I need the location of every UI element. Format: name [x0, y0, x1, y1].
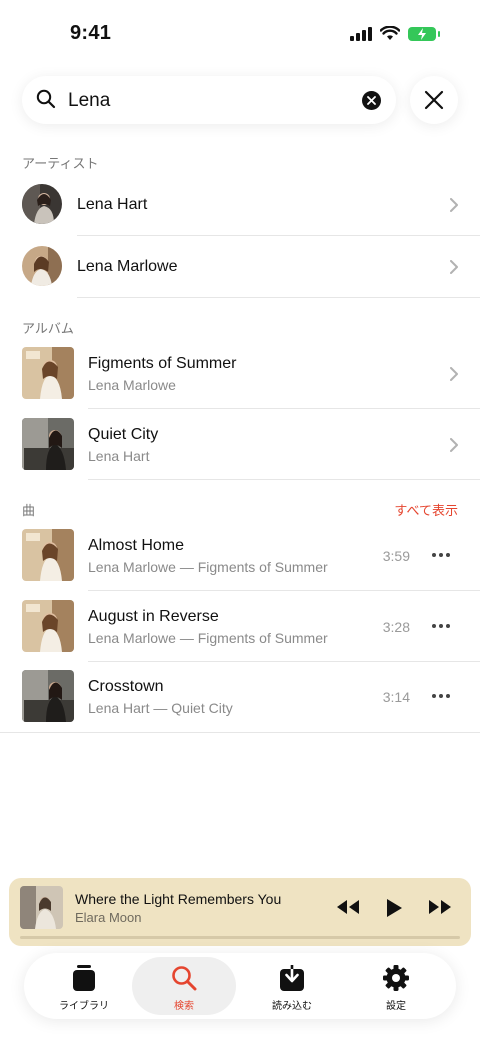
- row-divider: [0, 732, 480, 733]
- see-all-songs-link[interactable]: すべて表示: [394, 500, 458, 519]
- search-icon: [36, 89, 56, 109]
- song-artwork: [22, 529, 74, 581]
- section-title-albums: アルバム: [22, 321, 74, 336]
- status-icons: [350, 26, 440, 41]
- tab-import[interactable]: 読み込む: [240, 957, 344, 1015]
- search-field[interactable]: [22, 76, 396, 124]
- album-row[interactable]: Figments of Summer Lena Marlowe: [0, 338, 480, 409]
- battery-icon: [408, 26, 440, 41]
- album-artwork: [22, 347, 74, 399]
- tab-library[interactable]: ライブラリ: [32, 957, 136, 1015]
- clear-search-button[interactable]: [362, 91, 381, 110]
- fast-forward-button[interactable]: [427, 898, 453, 916]
- signal-icon: [350, 26, 372, 41]
- tab-search[interactable]: 検索: [132, 957, 236, 1015]
- artist-avatar: [22, 246, 62, 286]
- artist-name: Lena Hart: [77, 196, 148, 213]
- status-time: 9:41: [70, 22, 112, 44]
- chevron-right-icon: [450, 367, 458, 381]
- song-row[interactable]: August in Reverse Lena Marlowe — Figment…: [0, 591, 480, 662]
- tab-settings-label: 設定: [386, 1001, 406, 1012]
- album-artist: Lena Marlowe: [88, 377, 176, 393]
- song-subtitle: Lena Marlowe — Figments of Summer: [88, 559, 328, 575]
- status-bar: 9:41: [0, 0, 480, 70]
- song-row[interactable]: Crosstown Lena Hart — Quiet City 3:14: [0, 662, 480, 733]
- more-options-button[interactable]: [432, 553, 450, 557]
- now-playing-artist: Elara Moon: [75, 910, 142, 925]
- close-icon: [367, 96, 376, 105]
- now-playing-artwork: [20, 886, 63, 929]
- tab-import-label: 読み込む: [272, 1001, 312, 1012]
- download-icon: [280, 965, 304, 991]
- tab-bar: ライブラリ 検索 読み込む 設定: [24, 953, 456, 1019]
- song-duration: 3:28: [382, 619, 410, 635]
- song-duration: 3:14: [382, 689, 410, 705]
- song-duration: 3:59: [382, 548, 410, 564]
- song-subtitle: Lena Marlowe — Figments of Summer: [88, 630, 328, 646]
- rewind-button[interactable]: [335, 898, 361, 916]
- song-title: Almost Home: [88, 537, 185, 554]
- search-input[interactable]: [66, 84, 350, 118]
- song-title: Crosstown: [88, 678, 164, 695]
- artist-row[interactable]: Lena Marlowe: [0, 236, 480, 298]
- tab-settings[interactable]: 設定: [344, 957, 448, 1015]
- chevron-right-icon: [450, 198, 458, 212]
- mini-player[interactable]: Where the Light Remembers You Elara Moon: [9, 878, 471, 946]
- song-artwork: [22, 600, 74, 652]
- album-row[interactable]: Quiet City Lena Hart: [0, 409, 480, 480]
- playback-progress-bar[interactable]: [20, 936, 460, 939]
- search-icon: [172, 966, 197, 991]
- more-options-button[interactable]: [432, 694, 450, 698]
- album-artwork: [22, 418, 74, 470]
- album-title: Quiet City: [88, 426, 159, 443]
- song-subtitle: Lena Hart — Quiet City: [88, 700, 233, 716]
- album-artist: Lena Hart: [88, 448, 150, 464]
- wifi-icon: [380, 26, 400, 40]
- close-icon: [424, 90, 444, 110]
- gear-icon: [383, 965, 409, 991]
- now-playing-title: Where the Light Remembers You: [75, 891, 282, 907]
- play-button[interactable]: [385, 898, 403, 918]
- library-icon: [73, 965, 95, 991]
- song-title: August in Reverse: [88, 608, 219, 625]
- album-title: Figments of Summer: [88, 355, 237, 372]
- tab-library-label: ライブラリ: [59, 1001, 109, 1012]
- artist-avatar: [22, 184, 62, 224]
- more-options-button[interactable]: [432, 624, 450, 628]
- tab-search-label: 検索: [174, 1001, 194, 1012]
- chevron-right-icon: [450, 260, 458, 274]
- artist-row[interactable]: Lena Hart: [0, 174, 480, 236]
- chevron-right-icon: [450, 438, 458, 452]
- song-artwork: [22, 670, 74, 722]
- artist-name: Lena Marlowe: [77, 258, 178, 275]
- row-divider: [77, 297, 480, 298]
- row-divider: [88, 479, 480, 480]
- section-title-artists: アーティスト: [22, 156, 99, 171]
- cancel-search-button[interactable]: [410, 76, 458, 124]
- song-row[interactable]: Almost Home Lena Marlowe — Figments of S…: [0, 520, 480, 591]
- section-title-songs: 曲: [22, 503, 36, 518]
